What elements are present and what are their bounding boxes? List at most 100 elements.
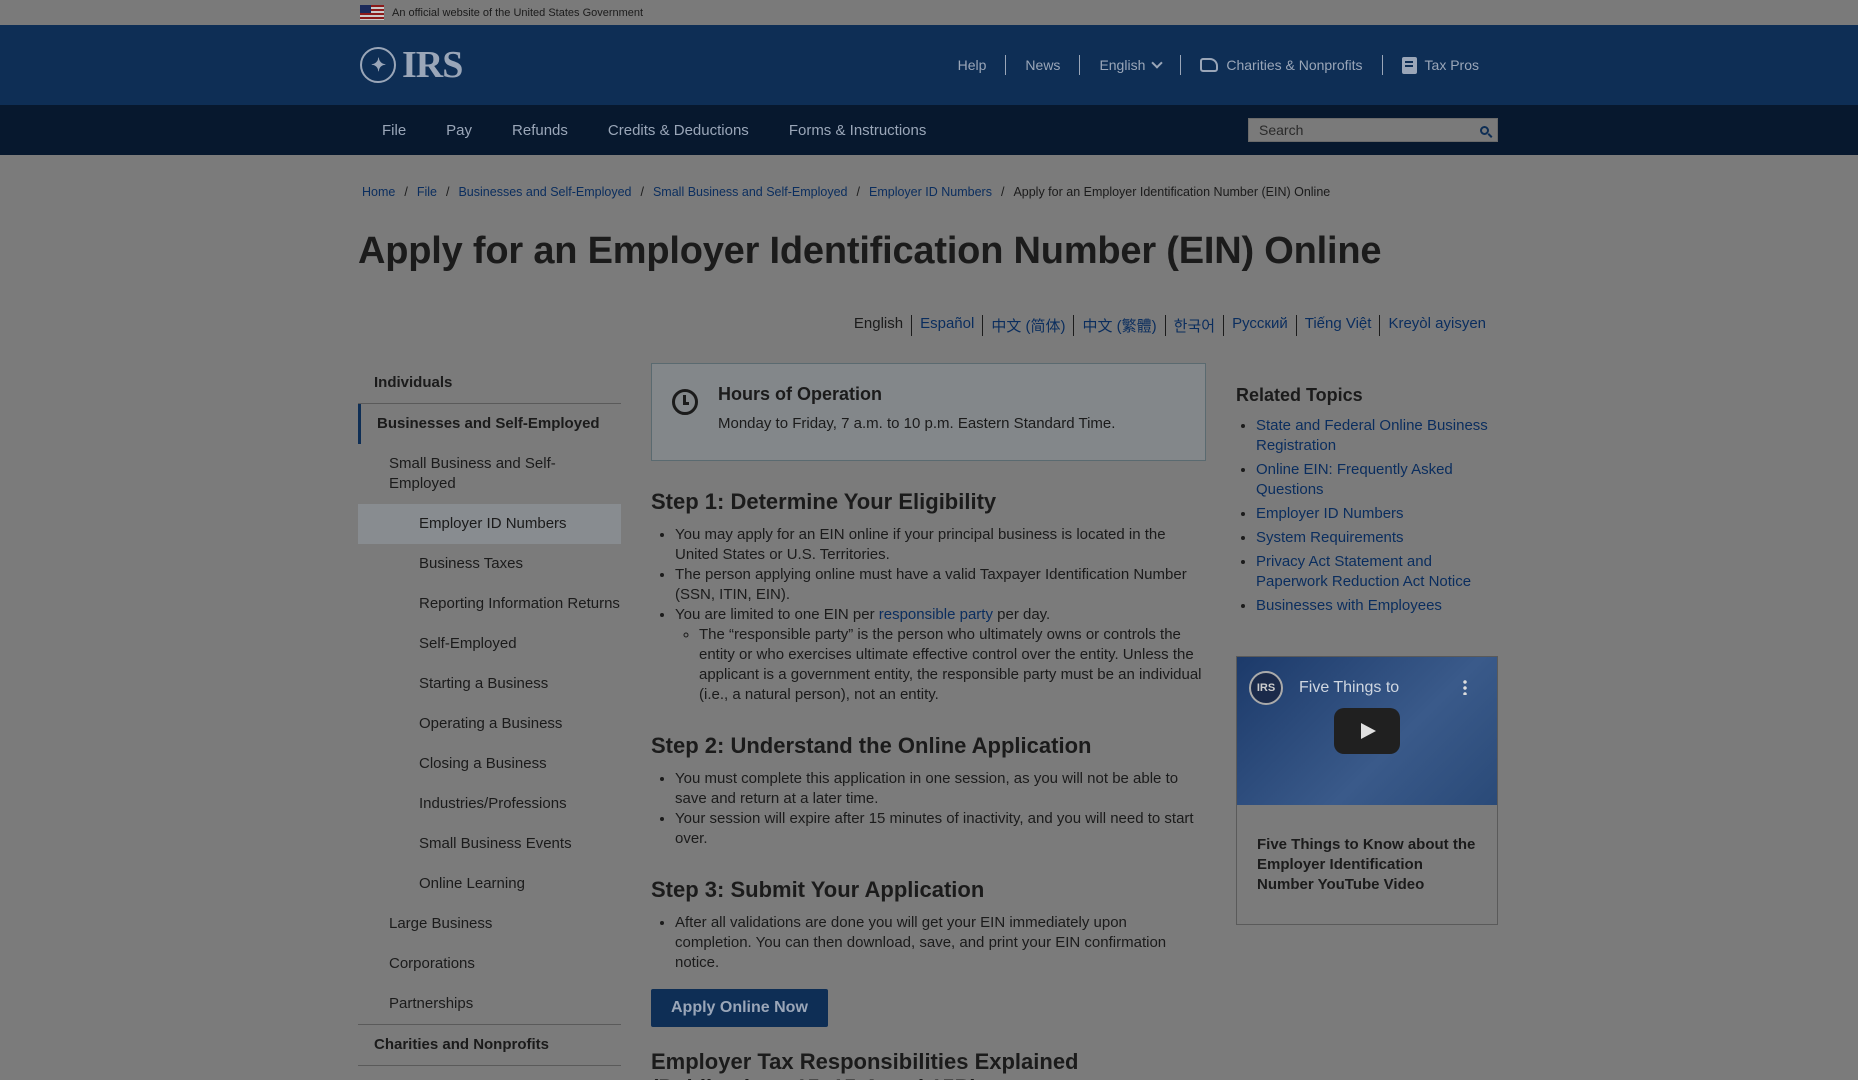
- step1-b3-pre: You are limited to one EIN per: [675, 606, 879, 623]
- lang-current: English: [853, 315, 904, 332]
- breadcrumb-sep: /: [1000, 185, 1005, 199]
- lang-spanish[interactable]: Español: [920, 315, 974, 332]
- lang-chinese-traditional[interactable]: 中文 (繁體): [1082, 318, 1156, 335]
- related-link-businesses-with-employees[interactable]: Businesses with Employees: [1256, 597, 1442, 614]
- step2-list: You must complete this application in on…: [651, 769, 1206, 849]
- step3-list: After all validations are done you will …: [651, 913, 1206, 973]
- sidebar-item-industries[interactable]: Industries/Professions: [358, 784, 621, 824]
- chevron-down-icon: [1151, 57, 1164, 69]
- irs-logo[interactable]: ✦ IRS: [360, 43, 463, 87]
- breadcrumb-sep: /: [445, 185, 450, 199]
- list-item: After all validations are done you will …: [675, 913, 1206, 973]
- language-dropdown[interactable]: English: [1079, 55, 1180, 75]
- breadcrumb: Home / File / Businesses and Self-Employed…: [362, 185, 1330, 199]
- search-button[interactable]: [1471, 118, 1497, 142]
- list-item: The person applying online must have a v…: [675, 565, 1206, 605]
- sidebar-item-employer-id[interactable]: Employer ID Numbers: [358, 504, 621, 544]
- step3-heading: Step 3: Submit Your Application: [651, 877, 985, 902]
- nav-pay[interactable]: Pay: [426, 122, 492, 139]
- breadcrumb-sep: /: [404, 185, 408, 199]
- sidebar-item-business-taxes[interactable]: Business Taxes: [358, 544, 621, 584]
- responsible-party-link[interactable]: responsible party: [879, 606, 993, 623]
- related-topics: Related Topics State and Federal Online …: [1236, 385, 1498, 620]
- nav-forms-instructions[interactable]: Forms & Instructions: [769, 122, 947, 139]
- list-item: You must complete this application in on…: [675, 769, 1206, 809]
- clock-icon: [672, 389, 698, 415]
- tax-pros-label: Tax Pros: [1424, 57, 1479, 73]
- sidebar-item-starting-business[interactable]: Starting a Business: [358, 664, 621, 704]
- us-flag-icon: [360, 5, 384, 20]
- video-thumb-title: Five Things to: [1299, 679, 1400, 696]
- sidebar-item-individuals[interactable]: Individuals: [358, 363, 621, 404]
- utility-nav: Help News English Charities & Nonprofits…: [939, 55, 1498, 75]
- breadcrumb-ein[interactable]: Employer ID Numbers: [869, 185, 992, 199]
- help-label: Help: [957, 57, 987, 73]
- lang-korean[interactable]: 한국어: [1174, 318, 1215, 335]
- sidebar-item-closing-business[interactable]: Closing a Business: [358, 744, 621, 784]
- sidebar-item-events[interactable]: Small Business Events: [358, 824, 621, 864]
- help-link[interactable]: Help: [939, 55, 1006, 75]
- related-link-system-requirements[interactable]: System Requirements: [1256, 529, 1404, 546]
- news-link[interactable]: News: [1005, 55, 1079, 75]
- logo-text: IRS: [402, 44, 463, 86]
- breadcrumb-businesses[interactable]: Businesses and Self-Employed: [458, 185, 631, 199]
- language-bar: English Español 中文 (简体) 中文 (繁體) 한국어 Русс…: [846, 315, 1494, 336]
- breadcrumb-sep: /: [640, 185, 644, 199]
- sidebar-item-online-learning[interactable]: Online Learning: [358, 864, 621, 904]
- related-link-online-ein-faq[interactable]: Online EIN: Frequently Asked Questions: [1256, 461, 1453, 498]
- lang-chinese-simplified[interactable]: 中文 (简体): [991, 318, 1065, 335]
- search-icon: [1479, 125, 1489, 135]
- tax-pros-link[interactable]: Tax Pros: [1381, 55, 1498, 75]
- related-link-employer-id-numbers[interactable]: Employer ID Numbers: [1256, 505, 1404, 522]
- breadcrumb-small-business[interactable]: Small Business and Self-Employed: [653, 185, 848, 199]
- lang-russian[interactable]: Русский: [1232, 315, 1288, 332]
- list-item: You are limited to one EIN per responsib…: [675, 605, 1206, 705]
- nav-file[interactable]: File: [362, 122, 426, 139]
- hours-title: Hours of Operation: [718, 384, 883, 404]
- step1-b3-post: per day.: [992, 606, 1051, 623]
- breadcrumb-sep: /: [856, 185, 860, 199]
- lang-vietnamese[interactable]: Tiếng Việt: [1305, 315, 1372, 332]
- sidebar-item-small-business[interactable]: Small Business and Self-Employed: [358, 444, 621, 504]
- search-input[interactable]: [1249, 122, 1471, 138]
- step1-list: You may apply for an EIN online if your …: [651, 525, 1206, 705]
- nav-credits-deductions[interactable]: Credits & Deductions: [588, 122, 769, 139]
- sidebar-item-businesses[interactable]: Businesses and Self-Employed: [358, 404, 621, 444]
- news-label: News: [1025, 57, 1061, 73]
- list-item: You may apply for an EIN online if your …: [675, 525, 1206, 565]
- lang-haitian-creole[interactable]: Kreyòl ayisyen: [1388, 315, 1486, 332]
- nav-refunds[interactable]: Refunds: [492, 122, 588, 139]
- employer-tax-heading: Employer Tax Responsibilities Explained …: [651, 1049, 1079, 1080]
- more-options-icon[interactable]: [1463, 679, 1467, 695]
- list-item: Your session will expire after 15 minute…: [675, 809, 1206, 849]
- related-link-state-federal-registration[interactable]: State and Federal Online Business Regist…: [1256, 417, 1488, 454]
- related-link-privacy-act[interactable]: Privacy Act Statement and Paperwork Redu…: [1256, 553, 1471, 590]
- related-topics-title: Related Topics: [1236, 385, 1363, 405]
- video-thumbnail[interactable]: IRS Five Things to: [1237, 657, 1497, 805]
- main-nav: File Pay Refunds Credits & Deductions Fo…: [0, 105, 1858, 155]
- sidebar-item-charities[interactable]: Charities and Nonprofits: [358, 1024, 621, 1066]
- breadcrumb-home[interactable]: Home: [362, 185, 395, 199]
- main-content: Hours of Operation Monday to Friday, 7 a…: [651, 363, 1206, 1080]
- sidebar-item-operating-business[interactable]: Operating a Business: [358, 704, 621, 744]
- sidebar-item-reporting-info[interactable]: Reporting Information Returns: [358, 584, 621, 624]
- charities-link[interactable]: Charities & Nonprofits: [1180, 55, 1381, 75]
- gov-banner: An official website of the United States…: [0, 0, 1858, 25]
- gov-banner-text: An official website of the United States…: [392, 6, 644, 19]
- play-icon[interactable]: [1334, 708, 1400, 754]
- book-icon: [1401, 56, 1417, 74]
- sidebar-item-self-employed[interactable]: Self-Employed: [358, 624, 621, 664]
- irs-channel-icon: IRS: [1249, 671, 1283, 705]
- sidebar-item-large-business[interactable]: Large Business: [358, 904, 621, 944]
- eagle-icon: ✦: [360, 47, 396, 83]
- handshake-icon: [1200, 58, 1219, 72]
- hours-text: Monday to Friday, 7 a.m. to 10 p.m. East…: [718, 415, 1116, 432]
- apply-online-now-button[interactable]: Apply Online Now: [651, 989, 828, 1027]
- sidebar-nav: Individuals Businesses and Self-Employed…: [358, 363, 621, 1066]
- breadcrumb-current: Apply for an Employer Identification Num…: [1013, 185, 1331, 199]
- breadcrumb-file[interactable]: File: [417, 185, 437, 199]
- language-label: English: [1099, 57, 1146, 73]
- sidebar-item-partnerships[interactable]: Partnerships: [358, 984, 621, 1024]
- sidebar-item-corporations[interactable]: Corporations: [358, 944, 621, 984]
- video-caption: Five Things to Know about the Employer I…: [1257, 836, 1476, 893]
